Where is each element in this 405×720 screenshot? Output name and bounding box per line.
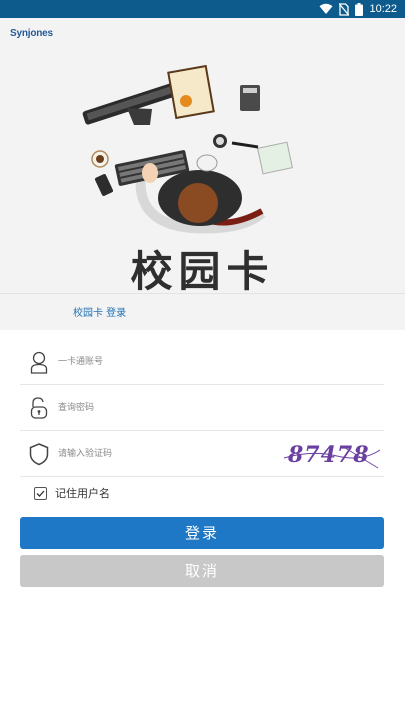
battery-icon xyxy=(355,2,364,16)
status-bar: 10:22 xyxy=(0,0,405,18)
status-time: 10:22 xyxy=(369,3,397,15)
shield-icon xyxy=(29,443,49,466)
login-tab-strip: 校园卡 登录 xyxy=(0,293,405,330)
desk-illustration xyxy=(82,64,293,234)
hero-banner: Synjones 校园卡 xyxy=(0,18,405,330)
check-icon xyxy=(36,490,45,497)
login-button[interactable]: 登录 xyxy=(20,517,384,549)
remember-checkbox[interactable] xyxy=(34,486,47,500)
captcha-row: 87478 xyxy=(20,432,384,477)
password-row xyxy=(20,386,384,431)
account-input[interactable] xyxy=(56,350,300,374)
captcha-input[interactable] xyxy=(56,442,250,466)
unlock-icon xyxy=(30,397,48,419)
no-sim-icon xyxy=(339,2,350,16)
brand-logo: Synjones xyxy=(10,28,53,39)
wifi-icon xyxy=(319,3,333,15)
account-row xyxy=(20,340,384,385)
cancel-button[interactable]: 取消 xyxy=(20,555,384,587)
tab-campus-card-login[interactable]: 校园卡 登录 xyxy=(73,304,126,319)
remember-label: 记住用户名 xyxy=(55,487,110,500)
remember-username[interactable]: 记住用户名 xyxy=(34,484,110,502)
status-icons: 10:22 xyxy=(319,2,397,16)
password-input[interactable] xyxy=(56,396,300,420)
user-icon xyxy=(30,351,48,374)
hero-title: 校园卡 xyxy=(130,247,275,296)
captcha-image[interactable]: 87478 xyxy=(282,438,382,470)
